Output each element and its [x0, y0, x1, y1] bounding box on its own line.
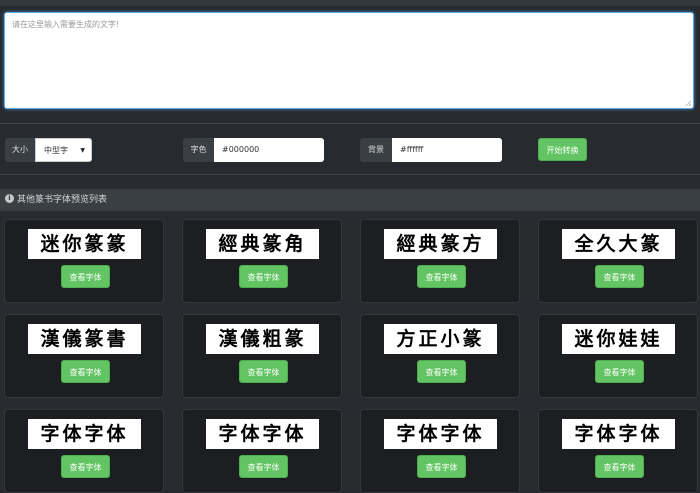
font-card: 全久大篆 查看字体	[538, 219, 698, 303]
font-preview-image: 方正小篆	[384, 324, 497, 354]
size-select-value: 中型字	[44, 146, 68, 155]
convert-button[interactable]: 开始转换	[538, 138, 587, 161]
text-input[interactable]	[5, 13, 693, 108]
font-preview-image: 經典篆角	[206, 229, 319, 259]
size-select[interactable]: 中型字 ▼	[35, 138, 92, 162]
view-font-button[interactable]: 查看字体	[239, 360, 288, 383]
font-card: 字体字体 查看字体	[4, 409, 164, 493]
color-input[interactable]: #000000	[214, 138, 324, 162]
view-font-button[interactable]: 查看字体	[595, 360, 644, 383]
font-preview-image: 字体字体	[206, 419, 319, 449]
font-preview-image: 字体字体	[384, 419, 497, 449]
font-preview-image: 漢儀篆書	[28, 324, 141, 354]
font-card: 漢儀篆書 查看字体	[4, 314, 164, 398]
view-font-button[interactable]: 查看字体	[595, 265, 644, 288]
font-card: 字体字体 查看字体	[538, 409, 698, 493]
font-card: 字体字体 查看字体	[182, 409, 342, 493]
font-preview-image: 經典篆方	[384, 229, 497, 259]
chevron-down-icon: ▼	[80, 147, 85, 154]
view-font-button[interactable]: 查看字体	[417, 360, 466, 383]
font-preview-image: 迷你篆篆	[28, 229, 141, 259]
view-font-button[interactable]: 查看字体	[595, 455, 644, 478]
info-icon: i	[5, 194, 14, 203]
background-input[interactable]: #ffffff	[392, 138, 502, 162]
font-card: 方正小篆 查看字体	[360, 314, 520, 398]
font-preview-image: 漢儀粗篆	[206, 324, 319, 354]
font-card: 經典篆角 查看字体	[182, 219, 342, 303]
font-card: 字体字体 查看字体	[360, 409, 520, 493]
font-card: 迷你篆篆 查看字体	[4, 219, 164, 303]
font-preview-image: 全久大篆	[562, 229, 675, 259]
view-font-button[interactable]: 查看字体	[239, 265, 288, 288]
font-card: 迷你娃娃 查看字体	[538, 314, 698, 398]
view-font-button[interactable]: 查看字体	[61, 455, 110, 478]
top-strip	[0, 0, 700, 6]
view-font-button[interactable]: 查看字体	[61, 265, 110, 288]
options-bar: 大小 中型字 ▼ 字色 #000000 背景 #ffffff 开始转换	[0, 138, 700, 162]
font-list-header: i 其他篆书字体预览列表	[0, 189, 700, 211]
size-label: 大小	[5, 138, 35, 162]
font-preview-image: 字体字体	[562, 419, 675, 449]
text-input-area[interactable]	[4, 12, 694, 109]
view-font-button[interactable]: 查看字体	[239, 455, 288, 478]
font-preview-image: 迷你娃娃	[562, 324, 675, 354]
font-preview-image: 字体字体	[28, 419, 141, 449]
background-label: 背景	[360, 138, 392, 162]
resize-handle-icon[interactable]	[685, 100, 691, 106]
view-font-button[interactable]: 查看字体	[61, 360, 110, 383]
view-font-button[interactable]: 查看字体	[417, 455, 466, 478]
divider	[0, 123, 700, 124]
color-label: 字色	[183, 138, 214, 162]
view-font-button[interactable]: 查看字体	[417, 265, 466, 288]
section-title: 其他篆书字体预览列表	[17, 195, 108, 205]
divider	[0, 174, 700, 175]
font-card: 漢儀粗篆 查看字体	[182, 314, 342, 398]
font-card: 經典篆方 查看字体	[360, 219, 520, 303]
